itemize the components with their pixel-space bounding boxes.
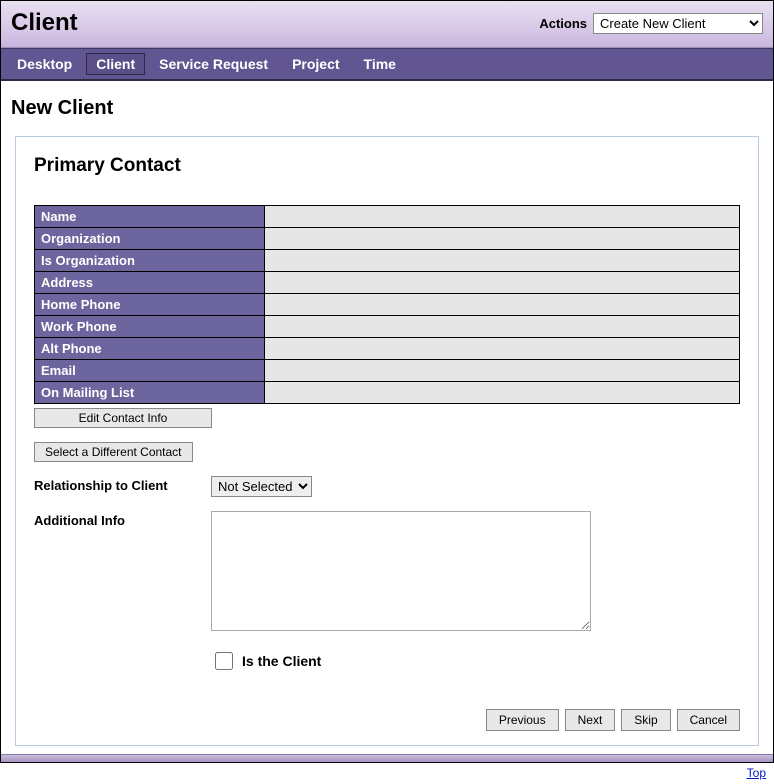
- nav-desktop[interactable]: Desktop: [7, 53, 82, 75]
- row-label-is-organization: Is Organization: [35, 250, 265, 272]
- additional-info-label: Additional Info: [34, 511, 199, 528]
- skip-button[interactable]: Skip: [621, 709, 670, 731]
- actions-select[interactable]: Create New Client: [593, 13, 763, 34]
- nav-time[interactable]: Time: [354, 53, 406, 75]
- additional-info-textarea[interactable]: [211, 511, 591, 631]
- row-label-home-phone: Home Phone: [35, 294, 265, 316]
- row-value-name: [265, 206, 740, 228]
- row-label-address: Address: [35, 272, 265, 294]
- is-client-label: Is the Client: [242, 653, 321, 669]
- row-value-alt-phone: [265, 338, 740, 360]
- row-value-address: [265, 272, 740, 294]
- select-different-contact-button[interactable]: Select a Different Contact: [34, 442, 193, 462]
- row-label-email: Email: [35, 360, 265, 382]
- table-row: Email: [35, 360, 740, 382]
- contact-table: Name Organization Is Organization Addres…: [34, 205, 740, 404]
- table-row: Work Phone: [35, 316, 740, 338]
- nav-client[interactable]: Client: [86, 53, 145, 75]
- header-bar: Client Actions Create New Client: [1, 1, 773, 48]
- nav-service-request[interactable]: Service Request: [149, 53, 278, 75]
- row-value-is-organization: [265, 250, 740, 272]
- row-value-organization: [265, 228, 740, 250]
- table-row: Name: [35, 206, 740, 228]
- table-row: Address: [35, 272, 740, 294]
- page-title: New Client: [1, 81, 773, 130]
- row-label-alt-phone: Alt Phone: [35, 338, 265, 360]
- table-row: Organization: [35, 228, 740, 250]
- row-value-on-mailing-list: [265, 382, 740, 404]
- row-label-work-phone: Work Phone: [35, 316, 265, 338]
- row-value-work-phone: [265, 316, 740, 338]
- panel-heading: Primary Contact: [34, 155, 740, 177]
- actions-wrap: Actions Create New Client: [539, 13, 763, 34]
- table-row: On Mailing List: [35, 382, 740, 404]
- table-row: Alt Phone: [35, 338, 740, 360]
- header-title: Client: [11, 9, 78, 37]
- wizard-buttons: Previous Next Skip Cancel: [34, 709, 740, 731]
- row-value-email: [265, 360, 740, 382]
- table-row: Is Organization: [35, 250, 740, 272]
- edit-contact-info-button[interactable]: Edit Contact Info: [34, 408, 212, 428]
- actions-label: Actions: [539, 16, 587, 31]
- row-label-organization: Organization: [35, 228, 265, 250]
- relationship-label: Relationship to Client: [34, 476, 199, 493]
- row-label-name: Name: [35, 206, 265, 228]
- previous-button[interactable]: Previous: [486, 709, 559, 731]
- row-label-on-mailing-list: On Mailing List: [35, 382, 265, 404]
- table-row: Home Phone: [35, 294, 740, 316]
- nav-bar: Desktop Client Service Request Project T…: [1, 48, 773, 81]
- next-button[interactable]: Next: [565, 709, 616, 731]
- is-client-checkbox[interactable]: [215, 652, 233, 670]
- relationship-select[interactable]: Not Selected: [211, 476, 312, 497]
- cancel-button[interactable]: Cancel: [677, 709, 740, 731]
- footer-bar: [1, 754, 773, 762]
- primary-contact-panel: Primary Contact Name Organization Is Org…: [15, 136, 759, 746]
- nav-project[interactable]: Project: [282, 53, 349, 75]
- row-value-home-phone: [265, 294, 740, 316]
